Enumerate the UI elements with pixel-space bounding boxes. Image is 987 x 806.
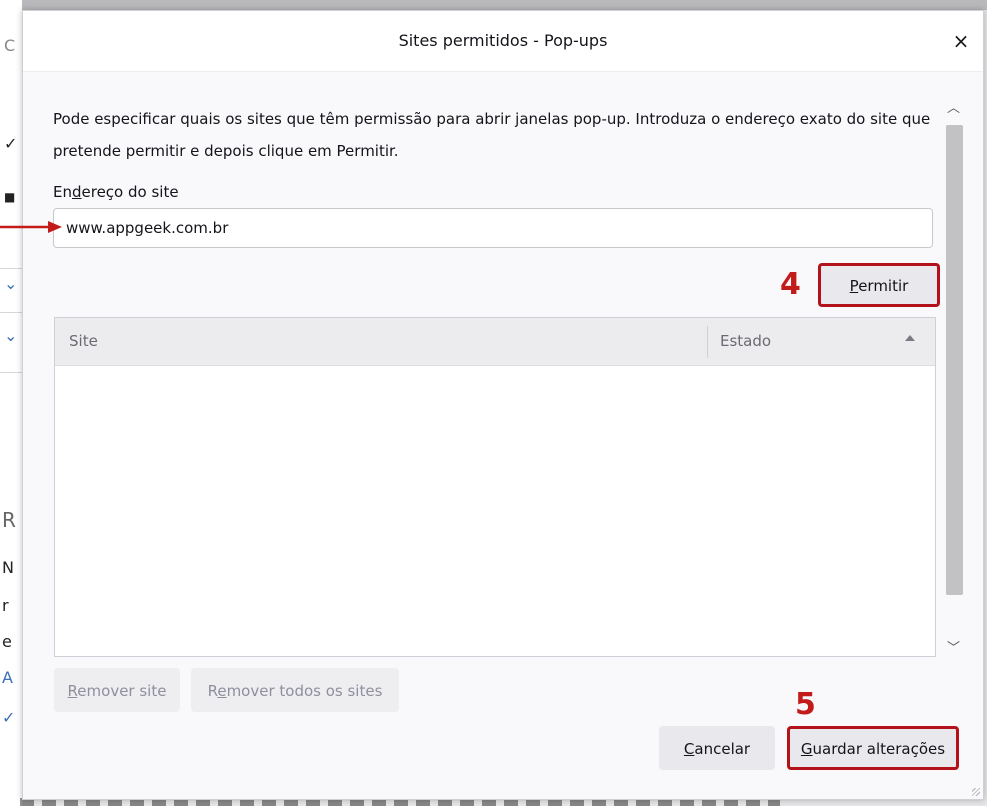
background-glyph: r xyxy=(2,596,9,615)
background-page: C ✓ ■ ⌄ ⌄ R N r e A ✓ xyxy=(0,0,22,806)
background-separator xyxy=(0,372,22,373)
address-label: Endereço do site xyxy=(53,183,179,201)
site-address-input[interactable] xyxy=(53,208,933,248)
sort-ascending-icon xyxy=(905,335,915,341)
column-header-status[interactable]: Estado xyxy=(720,332,771,350)
column-divider xyxy=(707,326,708,358)
popup-exceptions-dialog: Sites permitidos - Pop-ups × Pode especi… xyxy=(22,10,984,800)
table-header: Site Estado xyxy=(55,318,935,366)
close-button[interactable]: × xyxy=(947,27,975,55)
background-glyph: N xyxy=(2,558,14,577)
background-glyph: ⌄ xyxy=(4,274,18,293)
remove-site-button[interactable]: Remover site xyxy=(54,668,180,712)
background-glyph: R xyxy=(2,508,16,532)
resize-grip[interactable] xyxy=(972,788,980,796)
scroll-down-icon[interactable]: ﹀ xyxy=(947,637,960,656)
dialog-description: Pode especificar quais os sites que têm … xyxy=(53,110,931,160)
background-glyph: ⌄ xyxy=(4,326,18,345)
sites-table: Site Estado xyxy=(54,317,936,657)
step-number-5: 5 xyxy=(795,687,816,722)
background-separator xyxy=(0,312,22,313)
background-separator xyxy=(0,268,22,269)
column-header-site[interactable]: Site xyxy=(69,332,98,350)
background-glyph: ■ xyxy=(4,190,16,204)
red-arrow-annotation xyxy=(0,221,62,233)
cancel-button[interactable]: Cancelar xyxy=(659,726,775,770)
background-window-bar xyxy=(0,0,987,10)
save-changes-button[interactable]: Guardar alterações xyxy=(787,726,959,770)
step-number-4: 4 xyxy=(780,267,801,302)
dialog-scrollbar[interactable]: ︿ ﹀ xyxy=(943,89,965,663)
arrow-head xyxy=(48,221,62,233)
background-glyph: e xyxy=(2,632,12,651)
scroll-up-icon[interactable]: ︿ xyxy=(947,97,960,116)
permit-button[interactable]: Permitir xyxy=(818,263,940,307)
remove-all-sites-button[interactable]: Remover todos os sites xyxy=(191,668,399,712)
dialog-title: Sites permitidos - Pop-ups xyxy=(398,31,608,50)
dialog-title-bar: Sites permitidos - Pop-ups × xyxy=(23,11,983,72)
background-glyph: ✓ xyxy=(4,134,18,153)
scroll-thumb[interactable] xyxy=(946,125,963,595)
background-glyph: C xyxy=(4,36,16,55)
background-glyph: A xyxy=(2,668,13,687)
background-glyph: ✓ xyxy=(2,708,16,727)
